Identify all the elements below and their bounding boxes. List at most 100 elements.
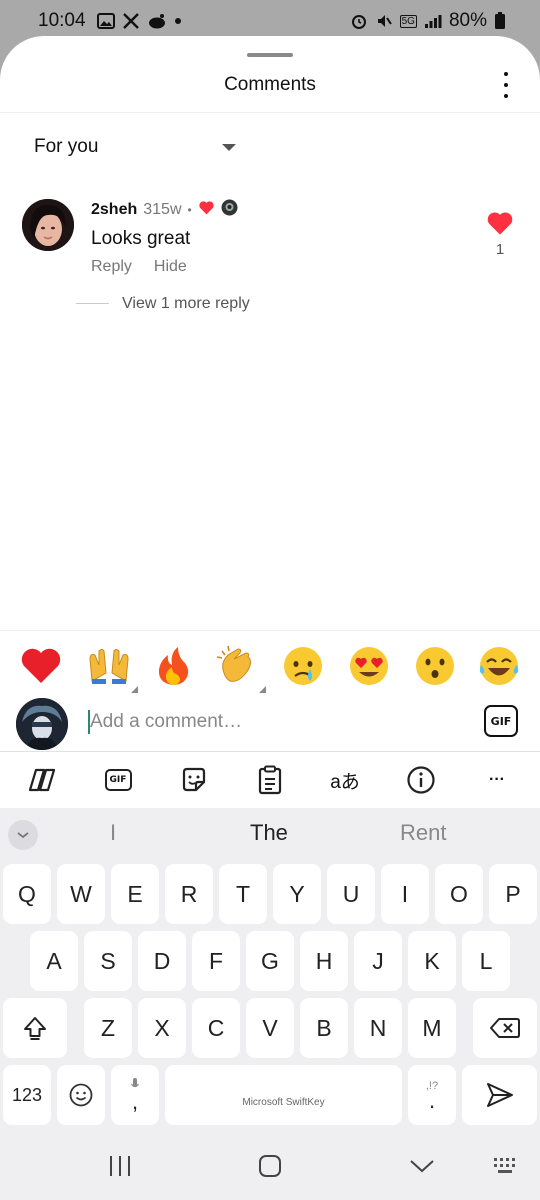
home-icon[interactable] (256, 1152, 284, 1180)
key-c[interactable]: C (192, 998, 240, 1058)
comment-input[interactable] (90, 706, 460, 738)
emoji-key[interactable] (57, 1065, 105, 1125)
info-icon[interactable] (403, 762, 439, 798)
comment-username[interactable]: 2sheh (91, 201, 137, 219)
suggestion-right[interactable]: Rent (400, 820, 446, 846)
variant-indicator (259, 686, 266, 693)
comment-actions: Reply Hide (91, 258, 187, 276)
key-s[interactable]: S (84, 931, 132, 991)
more-tools-icon[interactable]: ··· (479, 762, 515, 798)
quick-reaction-bar (0, 630, 540, 698)
key-w[interactable]: W (57, 864, 105, 924)
keyboard-toolbar: GIF aあ ··· (0, 752, 540, 808)
copilot-icon[interactable] (24, 762, 60, 798)
recents-icon[interactable] (106, 1152, 134, 1180)
chevron-down-icon[interactable] (8, 820, 38, 850)
key-r[interactable]: R (165, 864, 213, 924)
reddit-icon (147, 13, 167, 29)
like-count: 1 (495, 241, 505, 258)
key-h[interactable]: H (300, 931, 348, 991)
battery-percent: 80% (448, 10, 487, 31)
variant-indicator (131, 686, 138, 693)
raising-hands-emoji-icon[interactable] (86, 643, 138, 693)
key-k[interactable]: K (408, 931, 456, 991)
x-app-icon (122, 12, 140, 30)
reply-button[interactable]: Reply (91, 258, 132, 276)
meta-separator: • (187, 203, 192, 217)
alarm-icon (350, 12, 368, 30)
key-q[interactable]: Q (3, 864, 51, 924)
clipboard-icon[interactable] (252, 762, 288, 798)
notification-dot-icon (174, 17, 182, 25)
caret-down-icon (222, 143, 236, 151)
tears-of-joy-emoji-icon[interactable] (476, 643, 522, 689)
keyboard-hide-icon[interactable] (492, 1152, 520, 1180)
comment-time: 315w (143, 201, 182, 218)
user-avatar (16, 698, 68, 750)
clapping-hands-emoji-icon[interactable] (214, 643, 266, 693)
fire-emoji-icon[interactable] (150, 643, 196, 689)
key-v[interactable]: V (246, 998, 294, 1058)
key-e[interactable]: E (111, 864, 159, 924)
key-f[interactable]: F (192, 931, 240, 991)
surprised-face-emoji-icon[interactable] (412, 643, 458, 689)
gif-button[interactable]: GIF (484, 705, 518, 737)
sort-dropdown[interactable]: For you (34, 134, 244, 160)
comments-sheet: Comments For you 2sheh 315w • Looks grea… (0, 36, 540, 630)
more-options-icon[interactable] (496, 72, 516, 98)
signal-icon (424, 13, 442, 29)
reply-thread-line (76, 303, 109, 304)
heart-eyes-emoji-icon[interactable] (346, 643, 392, 689)
comment-meta: 2sheh 315w • (91, 199, 238, 221)
key-j[interactable]: J (354, 931, 402, 991)
system-nav-bar (0, 1130, 540, 1200)
view-more-replies-button[interactable]: View 1 more reply (122, 295, 250, 313)
status-time: 10:04 (38, 10, 86, 31)
network-5g-icon: 5G (399, 14, 417, 28)
keyboard: I The Rent Q W E R T Y U I O P A S D F G… (0, 808, 540, 1130)
key-n[interactable]: N (354, 998, 402, 1058)
key-t[interactable]: T (219, 864, 267, 924)
commenter-avatar[interactable] (22, 199, 74, 251)
key-o[interactable]: O (435, 864, 483, 924)
sheet-title: Comments (224, 74, 316, 95)
back-chevron-icon[interactable] (408, 1152, 436, 1180)
send-key[interactable] (462, 1065, 537, 1125)
key-i[interactable]: I (381, 864, 429, 924)
shift-key[interactable] (3, 998, 67, 1058)
period-key[interactable]: ,!? . (408, 1065, 456, 1125)
key-y[interactable]: Y (273, 864, 321, 924)
key-m[interactable]: M (408, 998, 456, 1058)
toolbar-gif-button[interactable]: GIF (100, 762, 136, 798)
like-heart-icon[interactable] (486, 210, 514, 236)
key-d[interactable]: D (138, 931, 186, 991)
sort-label: For you (34, 136, 99, 157)
numbers-key[interactable]: 123 (3, 1065, 51, 1125)
key-z[interactable]: Z (84, 998, 132, 1058)
hide-button[interactable]: Hide (154, 258, 187, 276)
gallery-icon (96, 13, 115, 29)
backspace-key[interactable] (473, 998, 537, 1058)
toolbar-gif-label: GIF (104, 769, 132, 791)
comma-key[interactable]: , (111, 1065, 159, 1125)
key-x[interactable]: X (138, 998, 186, 1058)
sticker-icon[interactable] (176, 762, 212, 798)
creator-avatar-icon (221, 199, 238, 221)
key-u[interactable]: U (327, 864, 375, 924)
key-b[interactable]: B (300, 998, 348, 1058)
drag-handle[interactable] (247, 53, 293, 57)
key-l[interactable]: L (462, 931, 510, 991)
mute-icon (375, 12, 393, 30)
suggestion-left[interactable]: I (110, 820, 116, 846)
comma-label: , (131, 1089, 139, 1114)
red-heart-emoji-icon[interactable] (18, 643, 64, 689)
suggestion-bar: I The Rent (0, 808, 540, 860)
key-a[interactable]: A (30, 931, 78, 991)
key-g[interactable]: G (246, 931, 294, 991)
key-p[interactable]: P (489, 864, 537, 924)
suggestion-center[interactable]: The (250, 820, 288, 846)
translate-icon[interactable]: aあ (327, 762, 363, 798)
crying-face-emoji-icon[interactable] (280, 643, 326, 689)
comment-composer: GIF (0, 698, 540, 752)
space-key[interactable]: Microsoft SwiftKey (165, 1065, 402, 1125)
